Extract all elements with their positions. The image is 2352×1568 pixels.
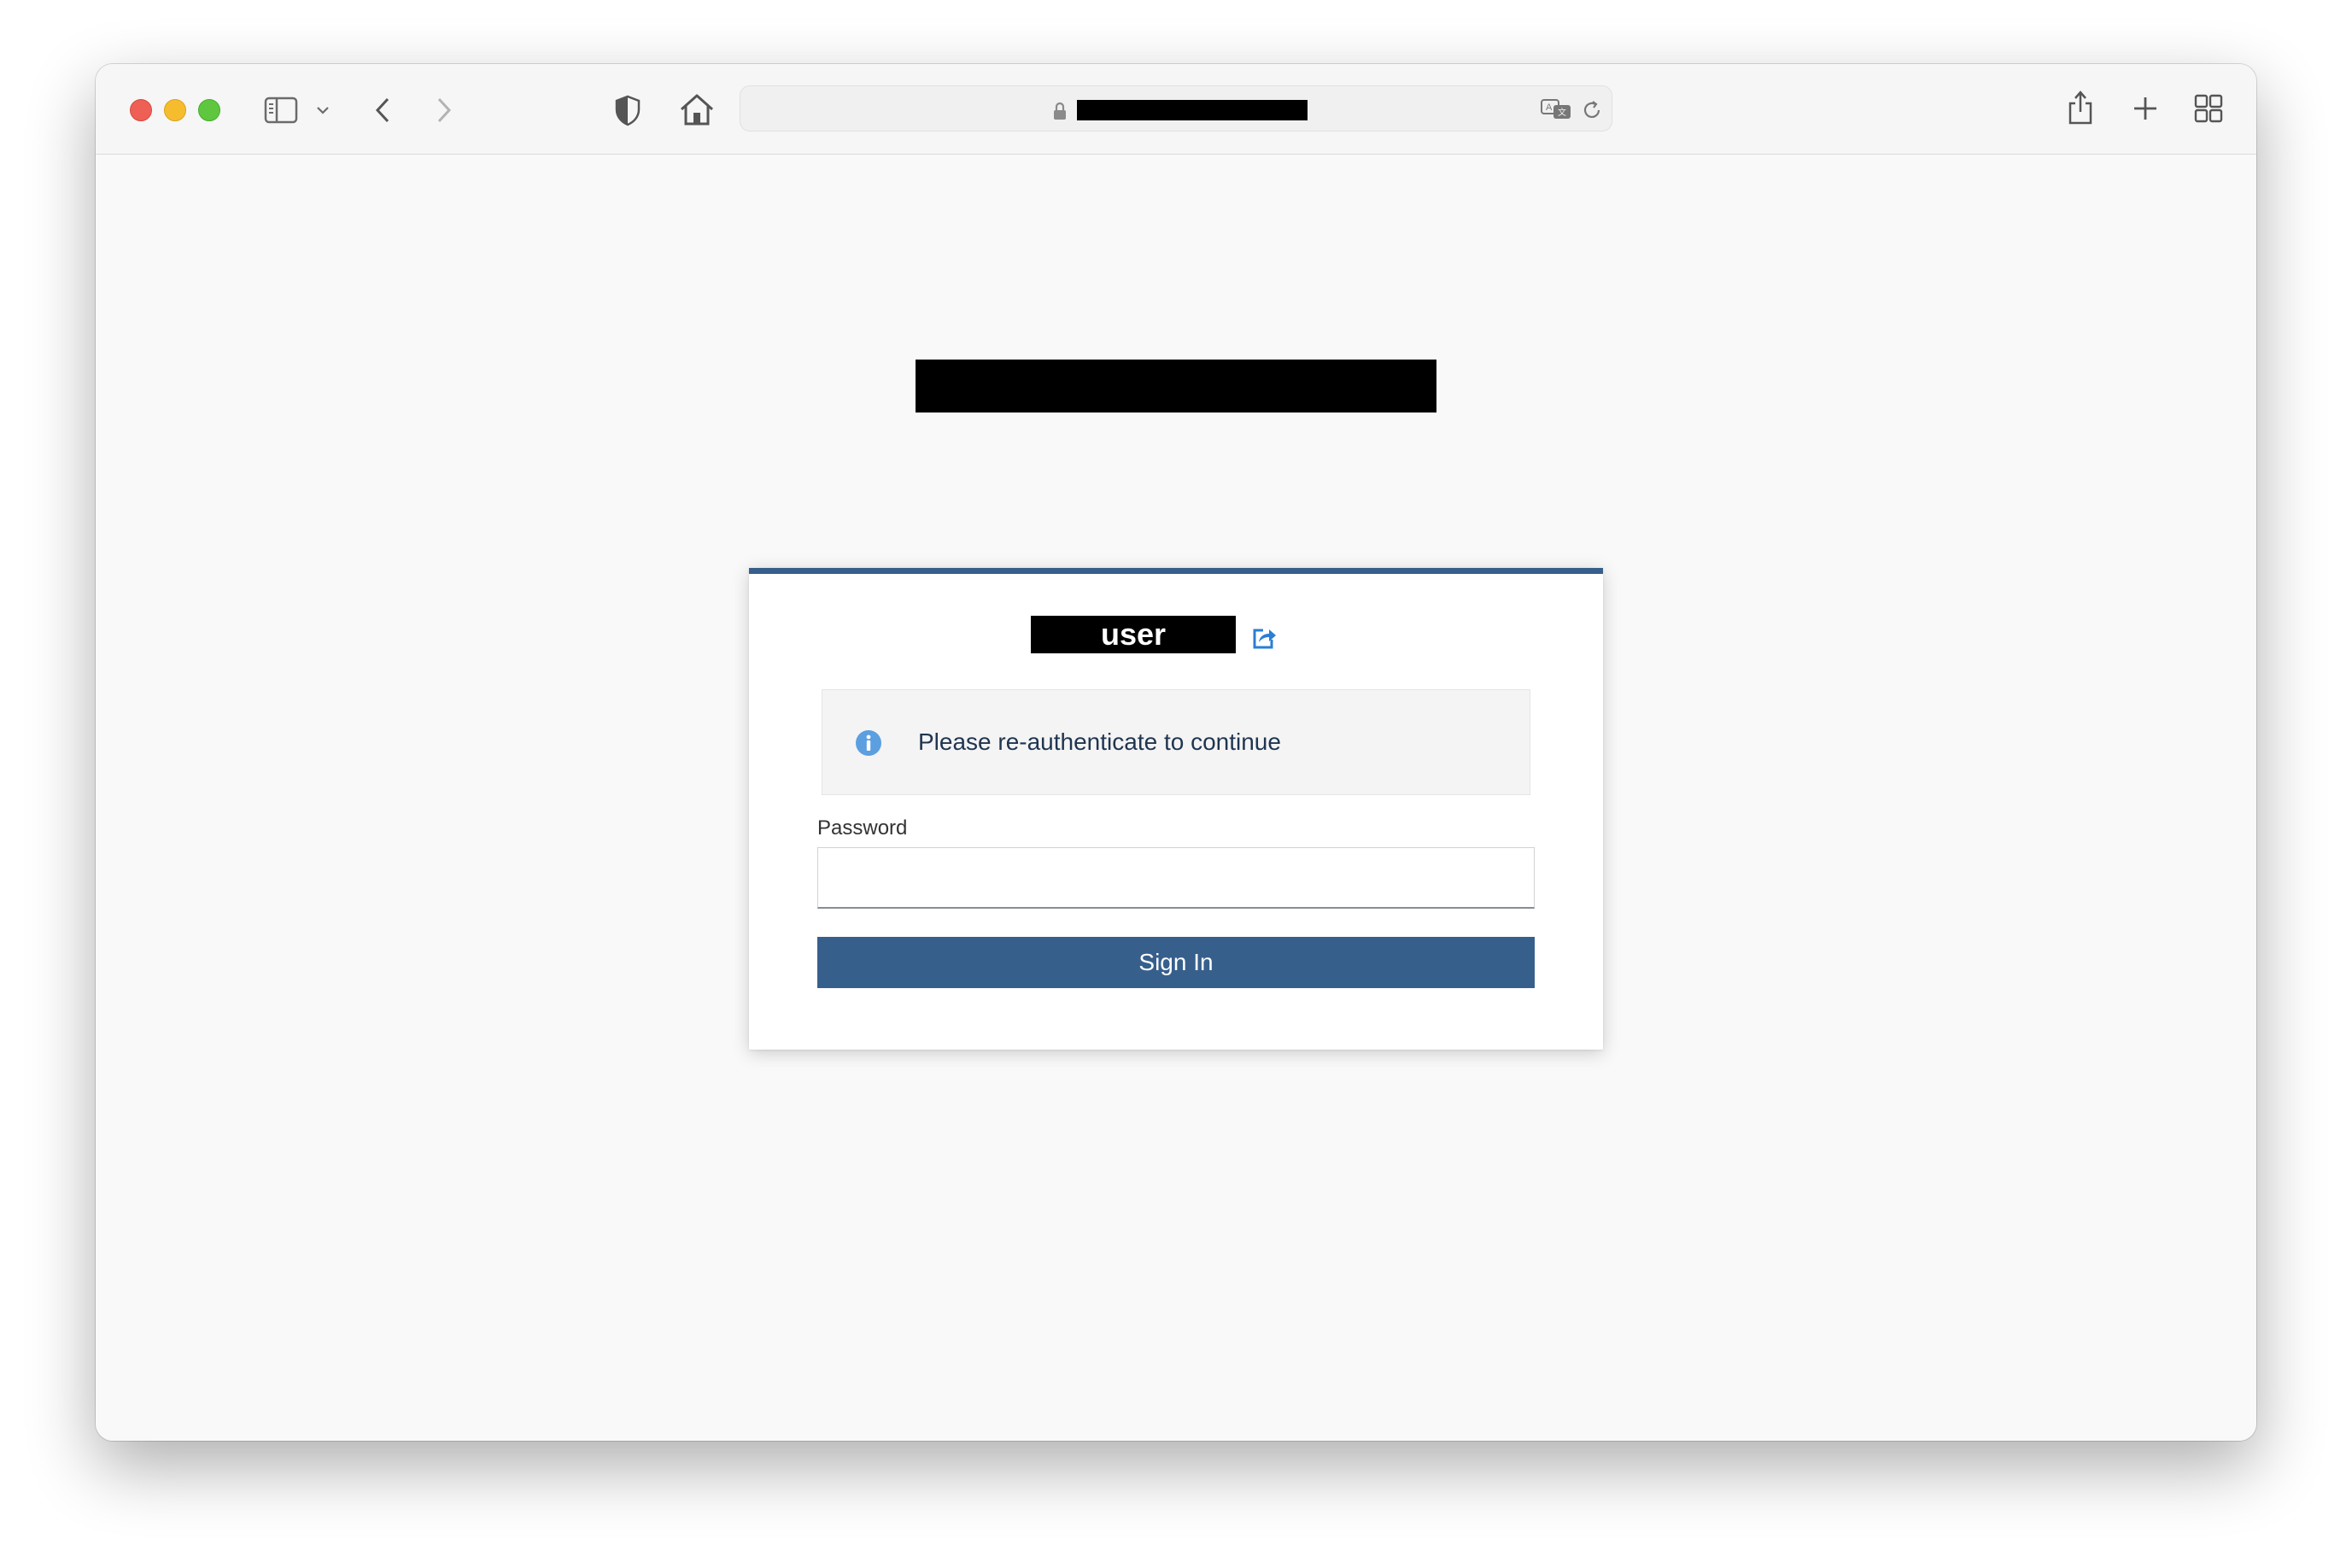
password-label: Password (817, 816, 908, 840)
password-input[interactable] (817, 847, 1535, 909)
home-icon[interactable] (677, 90, 717, 129)
browser-window: A文 user Please re-authenticate to contin… (96, 64, 2256, 1441)
translate-icon[interactable]: A文 (1540, 97, 1574, 122)
browser-toolbar: A文 (96, 64, 2256, 155)
info-icon (855, 729, 882, 757)
reload-icon[interactable] (1580, 98, 1604, 122)
share-icon[interactable] (2063, 87, 2097, 128)
grid-icon[interactable] (2191, 91, 2226, 126)
back-arrow-icon[interactable] (367, 93, 398, 127)
alert-message: Please re-authenticate to continue (918, 728, 1281, 755)
chevron-down-icon[interactable] (313, 102, 333, 119)
zoom-window-button[interactable] (198, 99, 220, 121)
lock-icon (1051, 100, 1068, 122)
login-card: user Please re-authenticate to continue (749, 568, 1603, 1050)
username-label: user (1031, 616, 1236, 653)
external-link-icon[interactable] (1251, 625, 1277, 651)
svg-text:文: 文 (1558, 107, 1566, 118)
info-alert: Please re-authenticate to continue (822, 689, 1530, 795)
sign-in-button[interactable]: Sign In (817, 937, 1535, 988)
address-bar[interactable]: A文 (740, 85, 1612, 132)
sidebar-icon[interactable] (262, 93, 300, 127)
page-content: user Please re-authenticate to continue (96, 155, 2256, 1441)
page-header-logo (916, 360, 1436, 412)
forward-arrow-icon[interactable] (429, 93, 459, 127)
svg-text:A: A (1546, 102, 1553, 113)
url-text (1077, 100, 1308, 120)
close-window-button[interactable] (130, 99, 152, 121)
plus-icon[interactable] (2128, 91, 2162, 126)
shield-icon[interactable] (611, 91, 645, 129)
minimize-window-button[interactable] (164, 99, 186, 121)
